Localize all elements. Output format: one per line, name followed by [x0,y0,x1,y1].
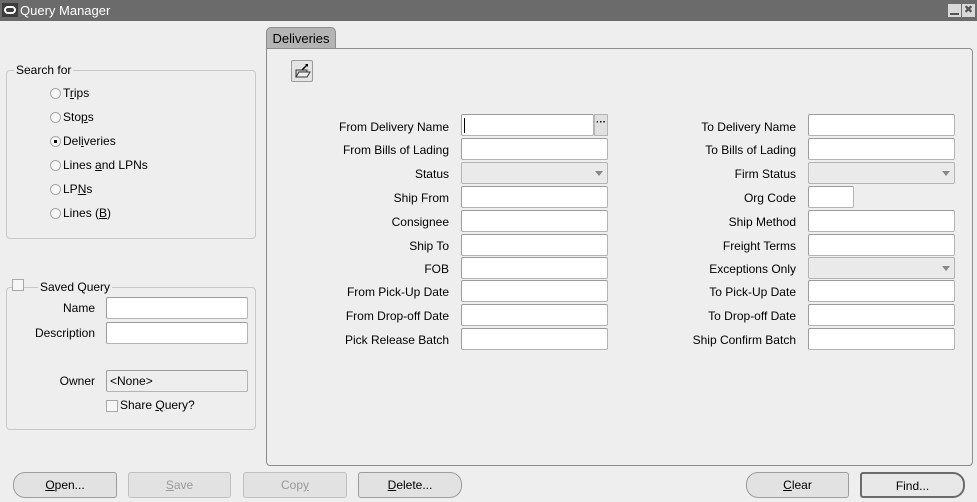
to-delivery-name-input[interactable] [808,114,955,136]
ship-to-label: Ship To [409,239,449,253]
owner-field: <None> [106,370,248,392]
radio-stops[interactable]: Stops [50,109,94,125]
description-label: Description [34,326,95,340]
radio-label: Stops [63,110,94,124]
radio-deliveries[interactable]: Deliveries [50,133,116,149]
radio-label: Lines and LPNs [63,158,148,172]
delete-button[interactable]: Delete... [358,472,462,498]
saved-query-checkbox[interactable] [12,279,24,291]
ship-confirm-batch-input[interactable] [808,328,955,350]
org-code-label: Org Code [743,191,796,205]
exceptions-only-label: Exceptions Only [709,262,796,276]
name-label: Name [62,301,95,315]
radio-trips[interactable]: Trips [50,85,89,101]
dropdown-arrow-icon[interactable] [942,171,950,176]
dropdown-arrow-icon[interactable] [942,266,950,271]
to-pick-up-date-label: To Pick-Up Date [709,285,796,299]
list-of-values-button[interactable]: ··· [594,114,608,136]
from-delivery-name-label: From Delivery Name [338,120,449,134]
share-query-checkbox[interactable] [106,400,118,412]
title-bar: Query Manager ✖ [0,0,977,21]
saved-query-legend: Saved Query [38,280,113,294]
save-button[interactable]: Save [128,472,231,498]
open-query-button[interactable] [291,60,313,82]
ship-to-input[interactable] [461,234,608,256]
close-icon[interactable]: ✖ [962,4,975,17]
from-pick-up-date-input[interactable] [461,280,608,302]
saved-query-name-input[interactable] [106,297,248,319]
fob-input[interactable] [461,257,608,279]
from-bills-of-lading-input[interactable] [461,138,608,160]
clear-button[interactable]: Clear [746,472,849,498]
oracle-logo-icon [2,3,18,17]
to-pick-up-date-input[interactable] [808,280,955,302]
status-label: Status [414,167,449,181]
radio-circle-selected[interactable] [50,135,61,147]
find-button[interactable]: Find... [860,472,965,498]
open-folder-icon [295,64,311,78]
pick-release-batch-label: Pick Release Batch [344,333,449,347]
radio-circle[interactable] [50,183,61,195]
from-drop-off-date-input[interactable] [461,304,608,326]
search-for-legend: Search for [14,63,74,77]
ship-from-label: Ship From [393,191,449,205]
radio-circle[interactable] [50,111,61,123]
owner-label: Owner [59,374,95,388]
radio-label: Trips [63,86,90,100]
to-bills-of-lading-input[interactable] [808,138,955,160]
radio-circle[interactable] [50,159,61,171]
to-drop-off-date-input[interactable] [808,304,955,326]
radio-circle[interactable] [50,207,61,219]
to-bills-of-lading-label: To Bills of Lading [705,143,796,157]
radio-lpns[interactable]: LPNs [50,181,92,197]
to-drop-off-date-label: To Drop-off Date [708,309,796,323]
fob-label: FOB [424,262,449,276]
saved-query-description-input[interactable] [106,322,248,344]
search-for-group [6,70,256,239]
ship-method-label: Ship Method [728,215,796,229]
to-delivery-name-label: To Delivery Name [701,120,796,134]
firm-status-label: Firm Status [734,167,796,181]
radio-label: LPNs [63,182,93,196]
open-button[interactable]: Open... [13,472,117,498]
copy-button[interactable]: Copy [243,472,347,498]
window-title: Query Manager [20,3,111,18]
share-query-label: Share Query? [120,398,195,412]
radio-lines-and-lpns[interactable]: Lines and LPNs [50,157,148,173]
consignee-input[interactable] [461,210,608,232]
minimize-icon[interactable] [948,4,961,17]
from-drop-off-date-label: From Drop-off Date [345,309,449,323]
ship-confirm-batch-label: Ship Confirm Batch [692,333,796,347]
dropdown-arrow-icon[interactable] [595,171,603,176]
from-delivery-name-input[interactable] [461,114,594,136]
freight-terms-label: Freight Terms [722,239,796,253]
freight-terms-input[interactable] [808,234,955,256]
pick-release-batch-input[interactable] [461,328,608,350]
status-select[interactable] [461,162,608,184]
radio-label: Lines (B) [63,206,112,220]
ship-from-input[interactable] [461,186,608,208]
consignee-label: Consignee [391,215,449,229]
radio-lines-b[interactable]: Lines (B) [50,205,111,221]
from-bills-of-lading-label: From Bills of Lading [342,143,449,157]
tab-deliveries[interactable]: Deliveries [266,27,336,49]
from-pick-up-date-label: From Pick-Up Date [346,285,449,299]
exceptions-only-select[interactable] [808,257,955,279]
radio-label: Deliveries [63,134,116,148]
ship-method-input[interactable] [808,210,955,232]
firm-status-select[interactable] [808,162,955,184]
org-code-input[interactable] [808,186,854,208]
radio-circle[interactable] [50,87,61,99]
